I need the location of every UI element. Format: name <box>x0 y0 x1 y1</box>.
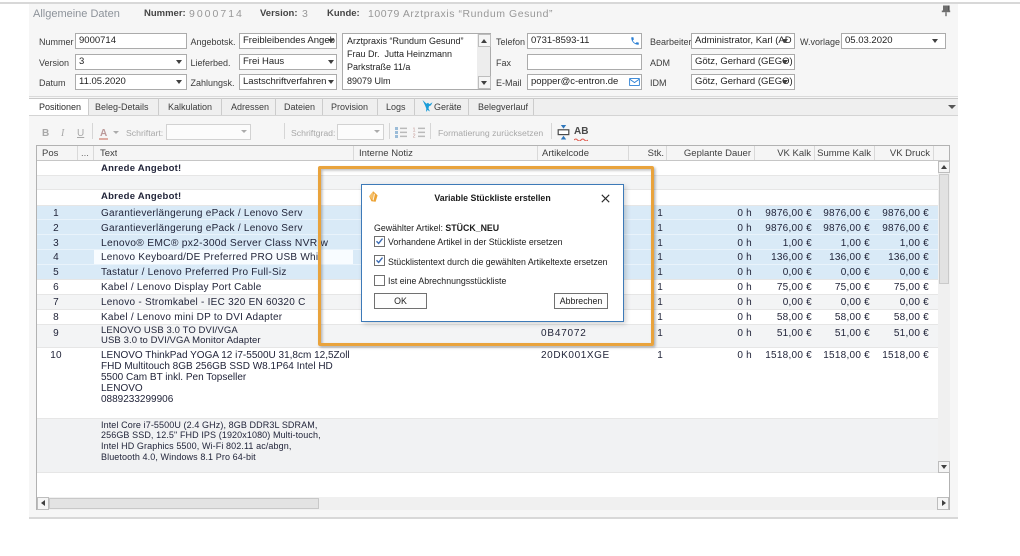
svg-text:2: 2 <box>413 133 416 138</box>
